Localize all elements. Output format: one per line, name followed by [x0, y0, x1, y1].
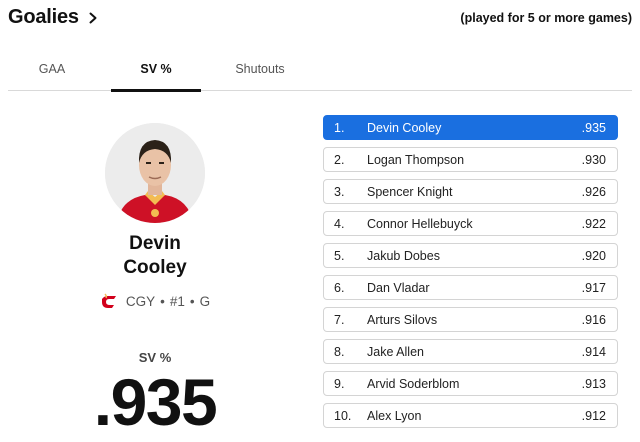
- player-position: G: [199, 293, 211, 309]
- leaderboard-row[interactable]: 6. Dan Vladar .917: [323, 275, 618, 300]
- player-headshot-image: [105, 123, 205, 223]
- tab-sv-percent[interactable]: SV %: [126, 62, 186, 76]
- leader-rank: 7.: [334, 313, 345, 327]
- tab-shutouts[interactable]: Shutouts: [228, 62, 292, 76]
- section-title-link[interactable]: Goalies: [8, 6, 99, 29]
- leader-rank: 6.: [334, 281, 345, 295]
- leader-name: Arturs Silovs: [367, 313, 438, 327]
- leader-name: Arvid Soderblom: [367, 377, 460, 391]
- player-number: #1: [169, 293, 185, 309]
- leader-name: Jakub Dobes: [367, 249, 440, 263]
- leader-name: Spencer Knight: [367, 185, 453, 199]
- leaderboard-row[interactable]: 3. Spencer Knight .926: [323, 179, 618, 204]
- player-last-name: Cooley: [123, 257, 187, 278]
- player-team: CGY: [125, 293, 156, 309]
- leader-value: .922: [581, 217, 606, 231]
- leader-rank: 5.: [334, 249, 345, 263]
- meta-separator: •: [160, 293, 165, 309]
- leader-rank: 8.: [334, 345, 345, 359]
- active-tab-indicator: [111, 89, 201, 92]
- leader-value: .930: [581, 153, 606, 167]
- leaderboard-list: 1. Devin Cooley .935 2. Logan Thompson .930 3.…: [323, 115, 618, 435]
- leader-rank: 2.: [334, 153, 345, 167]
- player-headshot: [105, 123, 205, 223]
- chevron-right-icon[interactable]: [87, 12, 99, 24]
- featured-stat-value: .935: [93, 365, 218, 439]
- leader-value: .914: [581, 345, 606, 359]
- leader-name: Connor Hellebuyck: [367, 217, 473, 231]
- leader-value: .935: [581, 121, 606, 135]
- leader-value: .920: [581, 249, 606, 263]
- player-meta: CGY • #1 • G: [80, 293, 230, 309]
- player-name: Devin Cooley: [80, 232, 230, 280]
- leader-rank: 4.: [334, 217, 345, 231]
- meta-separator: •: [189, 293, 195, 309]
- tab-gaa[interactable]: GAA: [36, 62, 68, 76]
- leaderboard-row[interactable]: 10. Alex Lyon .912: [323, 403, 618, 428]
- player-first-name: Devin: [129, 233, 181, 254]
- leader-name: Logan Thompson: [367, 153, 465, 167]
- leaderboard-row[interactable]: 4. Connor Hellebuyck .922: [323, 211, 618, 236]
- leader-rank: 1.: [334, 121, 345, 135]
- leader-rank: 10.: [334, 409, 352, 423]
- leader-rank: 9.: [334, 377, 345, 391]
- leader-value: .917: [581, 281, 606, 295]
- leader-value: .913: [581, 377, 606, 391]
- leader-value: .916: [581, 313, 606, 327]
- leader-name: Devin Cooley: [367, 121, 442, 135]
- team-logo-icon: [101, 293, 116, 308]
- leaderboard-row[interactable]: 7. Arturs Silovs .916: [323, 307, 618, 332]
- stat-tabs: GAA SV % Shutouts: [8, 52, 632, 92]
- leaderboard-row[interactable]: 2. Logan Thompson .930: [323, 147, 618, 172]
- leader-value: .912: [581, 409, 606, 423]
- leader-value: .926: [581, 185, 606, 199]
- leader-name: Alex Lyon: [367, 409, 422, 423]
- section-title[interactable]: Goalies: [8, 6, 79, 29]
- leaderboard-row[interactable]: 9. Arvid Soderblom .913: [323, 371, 618, 396]
- leaders-header: Goalies (played for 5 or more games): [8, 6, 632, 34]
- leader-name: Jake Allen: [367, 345, 424, 359]
- leaderboard-row[interactable]: 5. Jakub Dobes .920: [323, 243, 618, 268]
- leaderboard-row[interactable]: 8. Jake Allen .914: [323, 339, 618, 364]
- leader-rank: 3.: [334, 185, 345, 199]
- eligibility-note: (played for 5 or more games): [460, 11, 632, 25]
- leaderboard-row[interactable]: 1. Devin Cooley .935: [323, 115, 618, 140]
- leader-name: Dan Vladar: [367, 281, 430, 295]
